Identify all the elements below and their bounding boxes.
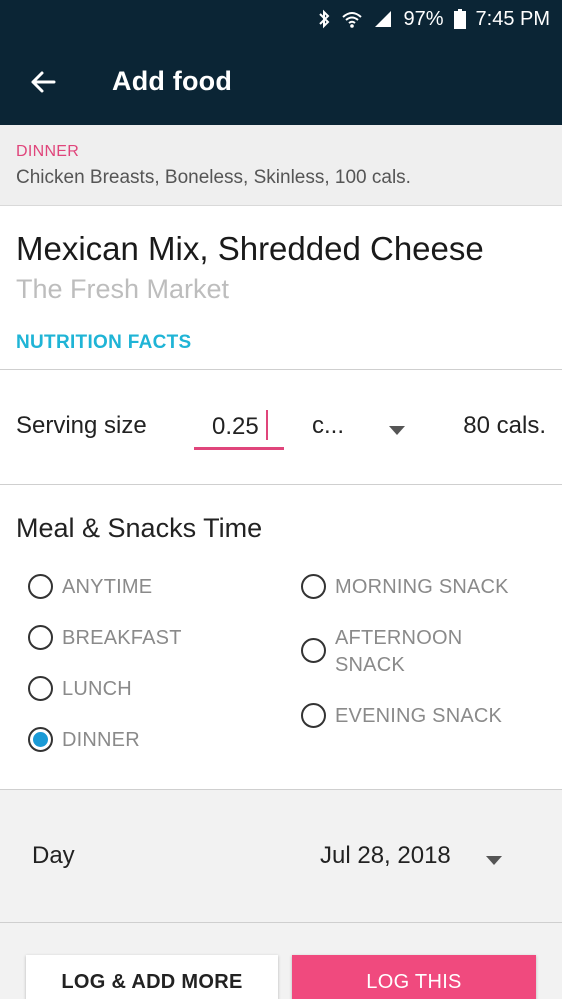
radio-circle [28, 625, 53, 650]
radio-circle [301, 703, 326, 728]
signal-icon [373, 10, 393, 28]
text-cursor [266, 410, 268, 440]
radio-label: AFTERNOON SNACK [335, 627, 463, 676]
day-picker[interactable]: Day Jul 28, 2018 [14, 818, 546, 894]
clock: 7:45 PM [475, 7, 550, 30]
dropdown-arrow-icon[interactable] [389, 422, 405, 440]
radio-circle [301, 574, 326, 599]
serving-unit-select[interactable]: c... [312, 412, 344, 440]
status-bar: 97% 7:45 PM [0, 0, 562, 38]
radio-label: EVENING SNACK [335, 705, 503, 727]
serving-quantity-input[interactable]: 0.25 [194, 404, 284, 450]
serving-quantity-value: 0.25 [212, 413, 259, 440]
meal-time-header: Meal & Snacks Time [16, 513, 263, 543]
radio-label: MORNING SNACK [335, 576, 509, 598]
nutrition-facts-link[interactable]: NUTRITION FACTS [16, 332, 192, 354]
radio-circle [28, 676, 53, 701]
log-and-add-more-button[interactable]: LOG & ADD MORE [26, 955, 278, 999]
radio-label: LUNCH [62, 678, 132, 700]
radio-label: DINNER [62, 729, 140, 751]
radio-anytime[interactable]: ANYTIME [28, 574, 152, 601]
day-value[interactable]: Jul 28, 2018 [320, 842, 451, 870]
food-brand: The Fresh Market [16, 274, 230, 304]
logged-meal-label: DINNER [16, 143, 80, 160]
radio-circle [301, 638, 326, 663]
serving-calories: 80 cals. [463, 412, 546, 439]
day-label: Day [32, 842, 75, 869]
radio-evening-snack[interactable]: EVENING SNACK [301, 703, 502, 730]
arrow-left-icon [31, 71, 56, 92]
bluetooth-icon [317, 9, 331, 29]
radio-dinner[interactable]: DINNER [28, 727, 140, 754]
meal-time-section: Meal & Snacks Time ANYTIME BREAKFAST LUN… [0, 485, 562, 790]
radio-label: BREAKFAST [62, 627, 182, 649]
back-button[interactable] [0, 38, 86, 125]
serving-size-row: Serving size 0.25 c... 80 cals. [0, 370, 562, 485]
battery-icon [453, 9, 466, 29]
radio-morning-snack[interactable]: MORNING SNACK [301, 574, 509, 601]
food-info: Mexican Mix, Shredded Cheese The Fresh M… [0, 206, 562, 370]
dropdown-arrow-icon[interactable] [486, 852, 502, 870]
divider [0, 922, 562, 923]
app-bar: Add food [0, 38, 562, 125]
logged-item-description: Chicken Breasts, Boneless, Skinless, 100… [16, 167, 411, 188]
radio-breakfast[interactable]: BREAKFAST [28, 625, 182, 652]
food-name: Mexican Mix, Shredded Cheese [16, 230, 484, 267]
serving-size-label: Serving size [16, 412, 147, 439]
logged-item-banner: DINNER Chicken Breasts, Boneless, Skinle… [0, 125, 562, 206]
radio-lunch[interactable]: LUNCH [28, 676, 132, 703]
radio-dot [33, 732, 48, 747]
radio-label: ANYTIME [62, 576, 153, 598]
radio-circle-selected [28, 727, 53, 752]
radio-circle [28, 574, 53, 599]
log-this-button[interactable]: LOG THIS [292, 955, 536, 999]
page-title: Add food [112, 66, 233, 96]
radio-afternoon-snack[interactable]: AFTERNOON SNACK [301, 625, 501, 679]
battery-percent: 97% [403, 7, 444, 30]
wifi-icon [341, 10, 363, 28]
